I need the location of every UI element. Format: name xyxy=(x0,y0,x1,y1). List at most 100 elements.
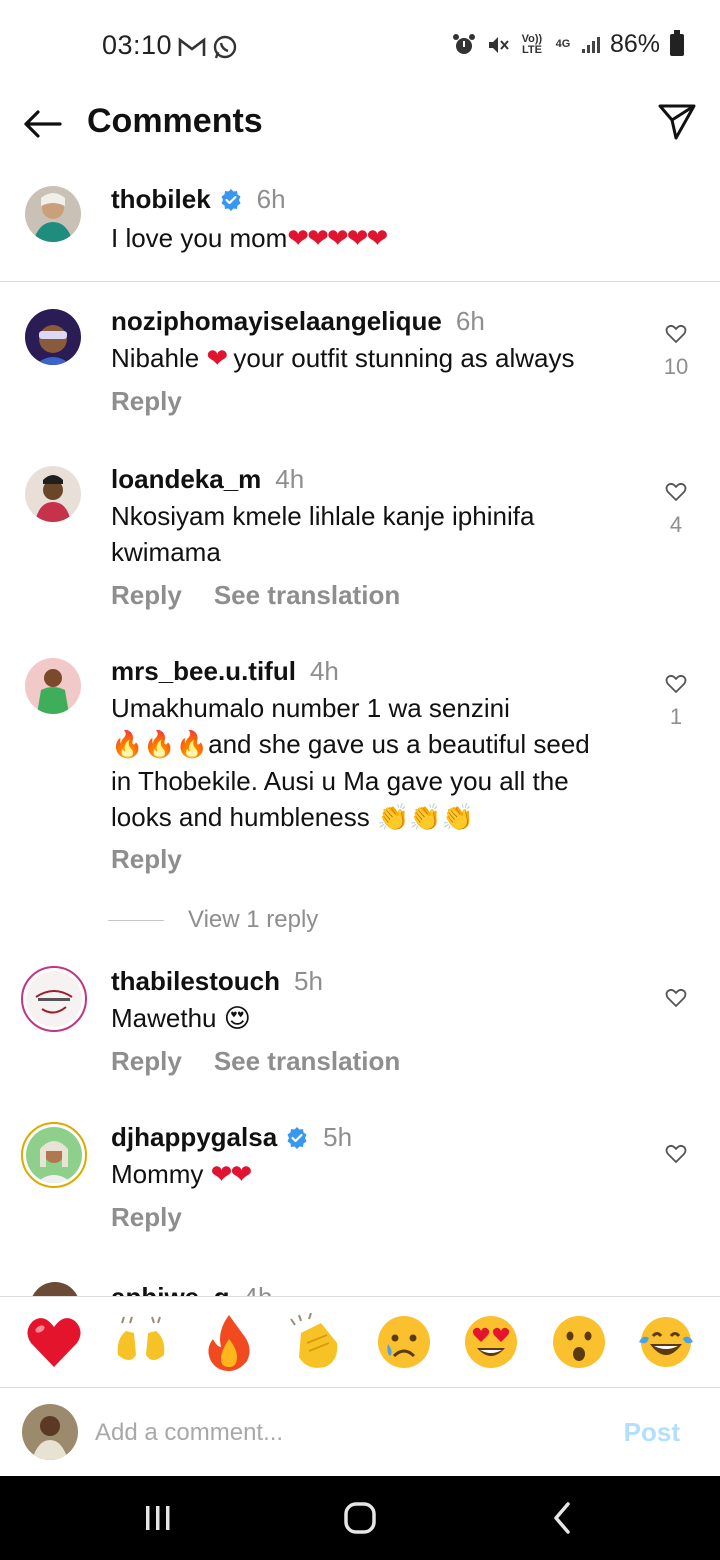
recent-apps-icon xyxy=(146,1506,170,1530)
caption-body: I love you mom xyxy=(111,223,288,253)
heart-emojis: ❤❤ xyxy=(210,1160,253,1190)
mute-icon xyxy=(488,36,509,53)
reply-button[interactable]: Reply xyxy=(111,1202,182,1233)
page-title: Comments xyxy=(87,102,263,140)
comment-actions: Reply See translation xyxy=(111,1046,400,1077)
heart-outline-icon[interactable] xyxy=(665,988,687,1008)
volte-label: Vo)) LTE xyxy=(521,32,543,56)
timestamp: 6h xyxy=(455,306,485,336)
recent-apps-button[interactable] xyxy=(136,1498,180,1538)
avatar[interactable] xyxy=(30,1282,80,1296)
comment-user-row: thabilestouch 5h xyxy=(111,966,323,997)
comments-header: Comments xyxy=(0,96,720,166)
avatar[interactable] xyxy=(25,658,81,714)
comment-user-row: aphiwe_g 4h xyxy=(111,1282,272,1296)
like-count: 1 xyxy=(669,704,683,729)
heart-outline-icon[interactable] xyxy=(665,1144,687,1164)
back-nav-button[interactable] xyxy=(540,1498,584,1538)
caption-user-row: thobilek 6h xyxy=(111,184,286,215)
comment-text-part: Nibahle xyxy=(111,343,207,373)
username[interactable]: aphiwe_g xyxy=(111,1282,229,1296)
like-control: 4 xyxy=(654,482,698,538)
comment-actions: Reply xyxy=(111,386,182,417)
timestamp: 4h xyxy=(309,656,339,686)
heart-outline-icon[interactable] xyxy=(665,674,687,694)
username[interactable]: mrs_bee.u.tiful xyxy=(111,656,296,687)
notification-icons xyxy=(178,34,238,60)
back-button[interactable] xyxy=(20,102,64,146)
emoji-fire-button[interactable] xyxy=(197,1310,261,1374)
comment-text: Nkosiyam kmele lihlale kanje iphinifa kw… xyxy=(111,501,535,567)
post-caption: thobilek 6h I love you mom❤❤❤❤❤ xyxy=(0,176,720,282)
comment-user-row: mrs_bee.u.tiful 4h xyxy=(111,656,339,687)
emoji-heart-button[interactable] xyxy=(22,1310,86,1374)
verified-badge-icon xyxy=(287,1126,307,1149)
surprised-face-icon xyxy=(552,1316,605,1368)
system-navigation-bar xyxy=(0,1476,720,1560)
comment-line: in Thobekile. Ausi u Ma gave you all the xyxy=(111,766,569,796)
avatar-image xyxy=(22,1404,78,1460)
comment-input[interactable] xyxy=(95,1413,575,1453)
avatar-image xyxy=(25,658,81,714)
like-control xyxy=(654,1144,698,1164)
heart-emoji-icon xyxy=(27,1318,81,1367)
comment-text-part: and she gave us a beautiful seed xyxy=(208,729,590,759)
username[interactable]: loandeka_m xyxy=(111,464,261,495)
comment-text-part: Mommy xyxy=(111,1159,211,1189)
heart-outline-icon[interactable] xyxy=(665,324,687,344)
fire-emojis: 🔥🔥🔥 xyxy=(111,730,209,760)
home-icon xyxy=(344,1502,376,1534)
system-status-icons: Vo)) LTE 4G 86% xyxy=(452,29,684,59)
avatar[interactable] xyxy=(21,1122,87,1188)
comment-actions: Reply xyxy=(111,1202,182,1233)
reply-button[interactable]: Reply xyxy=(111,386,182,417)
avatar[interactable] xyxy=(25,186,81,242)
like-control xyxy=(654,988,698,1008)
avatar-image xyxy=(26,971,82,1027)
share-button[interactable] xyxy=(656,100,698,142)
post-button[interactable]: Post xyxy=(624,1417,680,1448)
comment-composer: Post xyxy=(0,1389,720,1475)
tears-of-joy-icon xyxy=(639,1317,694,1367)
heart-emojis: ❤❤❤❤❤ xyxy=(287,224,388,254)
send-icon xyxy=(658,104,696,140)
avatar[interactable] xyxy=(21,966,87,1032)
view-replies-button[interactable]: View 1 reply xyxy=(108,906,318,934)
avatar-image xyxy=(26,1127,82,1183)
comment-user-row: loandeka_m 4h xyxy=(111,464,304,495)
comment-item: loandeka_m 4h Nkosiyam kmele lihlale kan… xyxy=(0,464,720,624)
battery-icon xyxy=(670,29,684,56)
view-replies-label: View 1 reply xyxy=(188,906,319,933)
heart-outline-icon[interactable] xyxy=(665,482,687,502)
comment-line: 🔥🔥🔥and she gave us a beautiful seed xyxy=(111,726,651,763)
reply-button[interactable]: Reply xyxy=(111,1046,182,1077)
like-count: 10 xyxy=(663,354,689,379)
emoji-clap-button[interactable] xyxy=(284,1310,348,1374)
back-arrow-icon xyxy=(24,110,62,138)
emoji-raising-hands-button[interactable] xyxy=(109,1310,173,1374)
avatar[interactable] xyxy=(25,309,81,365)
username[interactable]: thabilestouch xyxy=(111,966,280,997)
avatar[interactable] xyxy=(25,466,81,522)
emoji-surprised-button[interactable] xyxy=(547,1310,611,1374)
network-type-label: 4G xyxy=(555,38,571,50)
username[interactable]: noziphomayiselaangelique xyxy=(111,306,442,337)
comment-text-part: looks and humbleness xyxy=(111,802,377,832)
emoji-sad-button[interactable] xyxy=(372,1310,436,1374)
fire-icon xyxy=(208,1315,250,1371)
reply-button[interactable]: Reply xyxy=(111,844,182,875)
back-chevron-icon xyxy=(554,1502,570,1534)
battery-percent: 86% xyxy=(609,30,660,58)
home-button[interactable] xyxy=(338,1498,382,1538)
whatsapp-icon xyxy=(213,35,237,59)
emoji-laughing-button[interactable] xyxy=(634,1310,698,1374)
see-translation-button[interactable]: See translation xyxy=(214,1046,400,1077)
emoji-heart-eyes-button[interactable] xyxy=(459,1310,523,1374)
username[interactable]: djhappygalsa xyxy=(111,1122,277,1153)
clapping-hands-icon xyxy=(290,1313,338,1368)
username[interactable]: thobilek xyxy=(111,184,211,215)
alarm-icon xyxy=(452,33,475,54)
comment-item: thabilestouch 5h Mawethu 😍 Reply See tra… xyxy=(0,966,720,1086)
reply-button[interactable]: Reply xyxy=(111,580,182,611)
see-translation-button[interactable]: See translation xyxy=(214,580,400,611)
